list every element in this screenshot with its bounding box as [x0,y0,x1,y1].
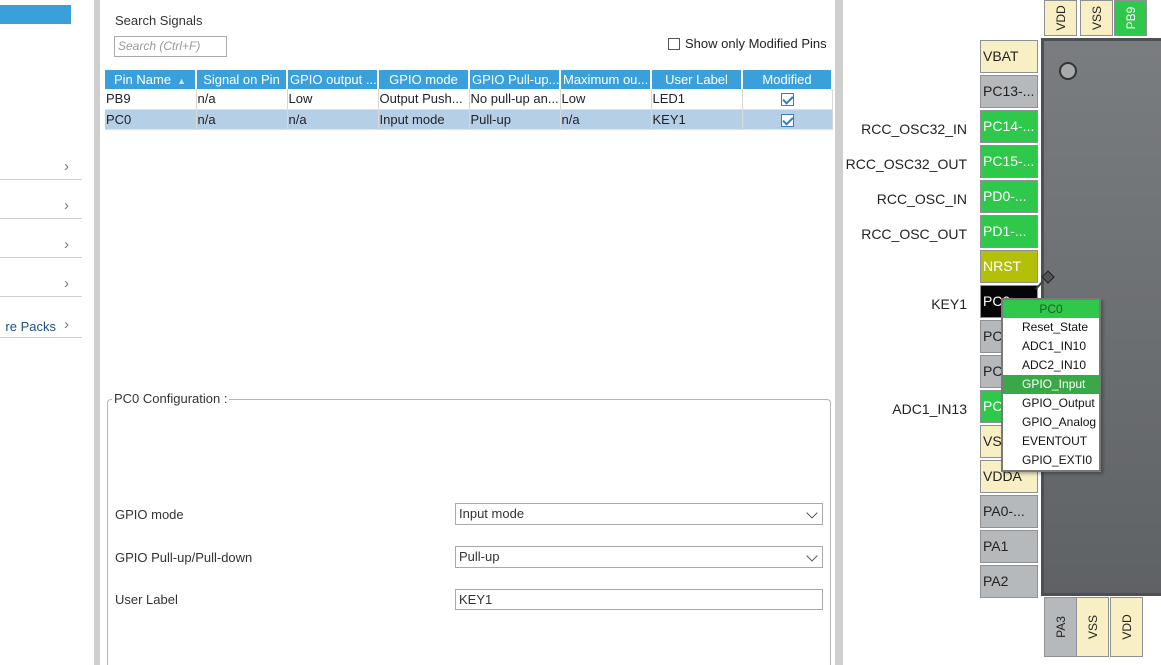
pin-config-panel: Search Signals Search (Ctrl+F) Show only… [100,0,835,665]
popup-header: PC0 [1003,300,1099,318]
chevron-down-icon [806,550,818,562]
sidebar-item-3[interactable]: › [0,238,82,258]
pin-top-vdd[interactable]: VDD [1044,0,1077,36]
chevron-down-icon [806,507,818,519]
col-signal[interactable]: Signal on Pin [196,70,288,89]
user-label-label: User Label [115,592,178,607]
signal-rcc-osc32-out: RCC_OSC32_OUT [845,156,967,172]
checkbox-box[interactable] [668,37,680,50]
col-gpio-pull[interactable]: GPIO Pull-up... [469,70,561,89]
table-row-selected[interactable]: PC0 n/a n/a Input mode Pull-up n/a KEY1 [105,109,833,130]
popup-item-gpio-input[interactable]: GPIO_Input [1003,375,1099,394]
pin-pd0[interactable]: PD0-... [980,180,1038,213]
pin-top-vss[interactable]: VSS [1080,0,1113,36]
pin-pc14[interactable]: PC14-... [980,110,1038,143]
table-header-row: Pin Name ▲ Signal on Pin GPIO output ... … [105,70,833,89]
pin-top-pb9[interactable]: PB9 [1114,0,1147,36]
pin-pa2[interactable]: PA2 [980,565,1038,598]
pin1-marker [1059,62,1077,80]
popup-item-reset-state[interactable]: Reset_State [1003,318,1099,337]
pin-vbat[interactable]: VBAT [980,40,1038,73]
show-modified-checkbox[interactable]: Show only Modified Pins [668,36,827,51]
app-root: › › › › re Packs › Search Signals Search… [0,0,1161,665]
col-pin-name[interactable]: Pin Name ▲ [105,70,197,89]
pin-pa1[interactable]: PA1 [980,530,1038,563]
config-title: PC0 Configuration : [112,391,230,406]
sidebar-item-label: re Packs [5,319,56,334]
gpio-mode-select[interactable]: Input mode [455,503,823,525]
popup-item-adc2-in10[interactable]: ADC2_IN10 [1003,356,1099,375]
popup-item-gpio-analog[interactable]: GPIO_Analog [1003,413,1099,432]
pin-bottom-vss[interactable]: VSS [1076,597,1109,657]
chevron-right-icon: › [64,238,69,253]
pin-mode-popup: PC0 Reset_State ADC1_IN10 ADC2_IN10 GPIO… [1001,298,1101,472]
signal-rcc-osc32-in: RCC_OSC32_IN [861,121,967,137]
popup-item-adc1-in10[interactable]: ADC1_IN10 [1003,337,1099,356]
chevron-right-icon: › [64,318,69,333]
col-max-output[interactable]: Maximum ou... [560,70,652,89]
gpio-pull-label: GPIO Pull-up/Pull-down [115,550,253,565]
modified-checkbox[interactable] [780,93,794,107]
signal-rcc-osc-in: RCC_OSC_IN [876,191,967,207]
pin-pd1[interactable]: PD1-... [980,215,1038,248]
sidebar-item-2[interactable]: › [0,199,82,219]
pin-pa0[interactable]: PA0-... [980,495,1038,528]
pin-table: Pin Name ▲ Signal on Pin GPIO output ... … [105,70,833,130]
gpio-mode-label: GPIO mode [115,507,184,522]
pin-pc15[interactable]: PC15-... [980,145,1038,178]
signal-key1: KEY1 [931,296,967,312]
search-input[interactable]: Search (Ctrl+F) [114,36,227,57]
popup-item-eventout[interactable]: EVENTOUT [1003,432,1099,451]
chevron-right-icon: › [64,160,69,175]
signal-rcc-osc-out: RCC_OSC_OUT [861,226,967,242]
search-signals-title: Search Signals [115,13,203,28]
col-gpio-mode[interactable]: GPIO mode [378,70,470,89]
chip-view: VDD VSS PB9 VBAT PC13-... PC14-... PC15-… [843,0,1161,665]
signal-adc1-in13: ADC1_IN13 [892,401,967,417]
chevron-right-icon: › [64,277,69,292]
splitter-right[interactable] [835,0,843,665]
pin-nrst[interactable]: NRST [980,250,1038,283]
chevron-right-icon: › [64,199,69,214]
pc0-config-group [107,399,831,665]
sidebar-item-4[interactable]: › [0,277,82,297]
left-sidebar: › › › › re Packs › [0,0,82,665]
sort-asc-icon: ▲ [177,76,186,86]
col-user-label[interactable]: User Label [651,70,743,89]
sidebar-item-1[interactable]: › [0,160,82,180]
pin-bottom-pa3[interactable]: PA3 [1044,597,1077,657]
show-modified-label: Show only Modified Pins [685,36,827,51]
gpio-pull-select[interactable]: Pull-up [455,546,823,568]
user-label-input[interactable]: KEY1 [455,589,823,610]
pin-bottom-vdd[interactable]: VDD [1110,597,1143,657]
col-modified[interactable]: Modified [742,70,833,89]
sidebar-selected-bar[interactable] [0,5,71,24]
col-gpio-output[interactable]: GPIO output ... [287,70,379,89]
pushpin-icon [1035,270,1055,290]
sidebar-item-packs[interactable]: re Packs › [0,318,82,338]
popup-item-gpio-output[interactable]: GPIO_Output [1003,394,1099,413]
table-row[interactable]: PB9 n/a Low Output Push... No pull-up an… [105,89,833,110]
modified-checkbox[interactable] [780,113,794,127]
popup-item-gpio-exti0[interactable]: GPIO_EXTI0 [1003,451,1099,470]
pin-pc13[interactable]: PC13-... [980,75,1038,108]
